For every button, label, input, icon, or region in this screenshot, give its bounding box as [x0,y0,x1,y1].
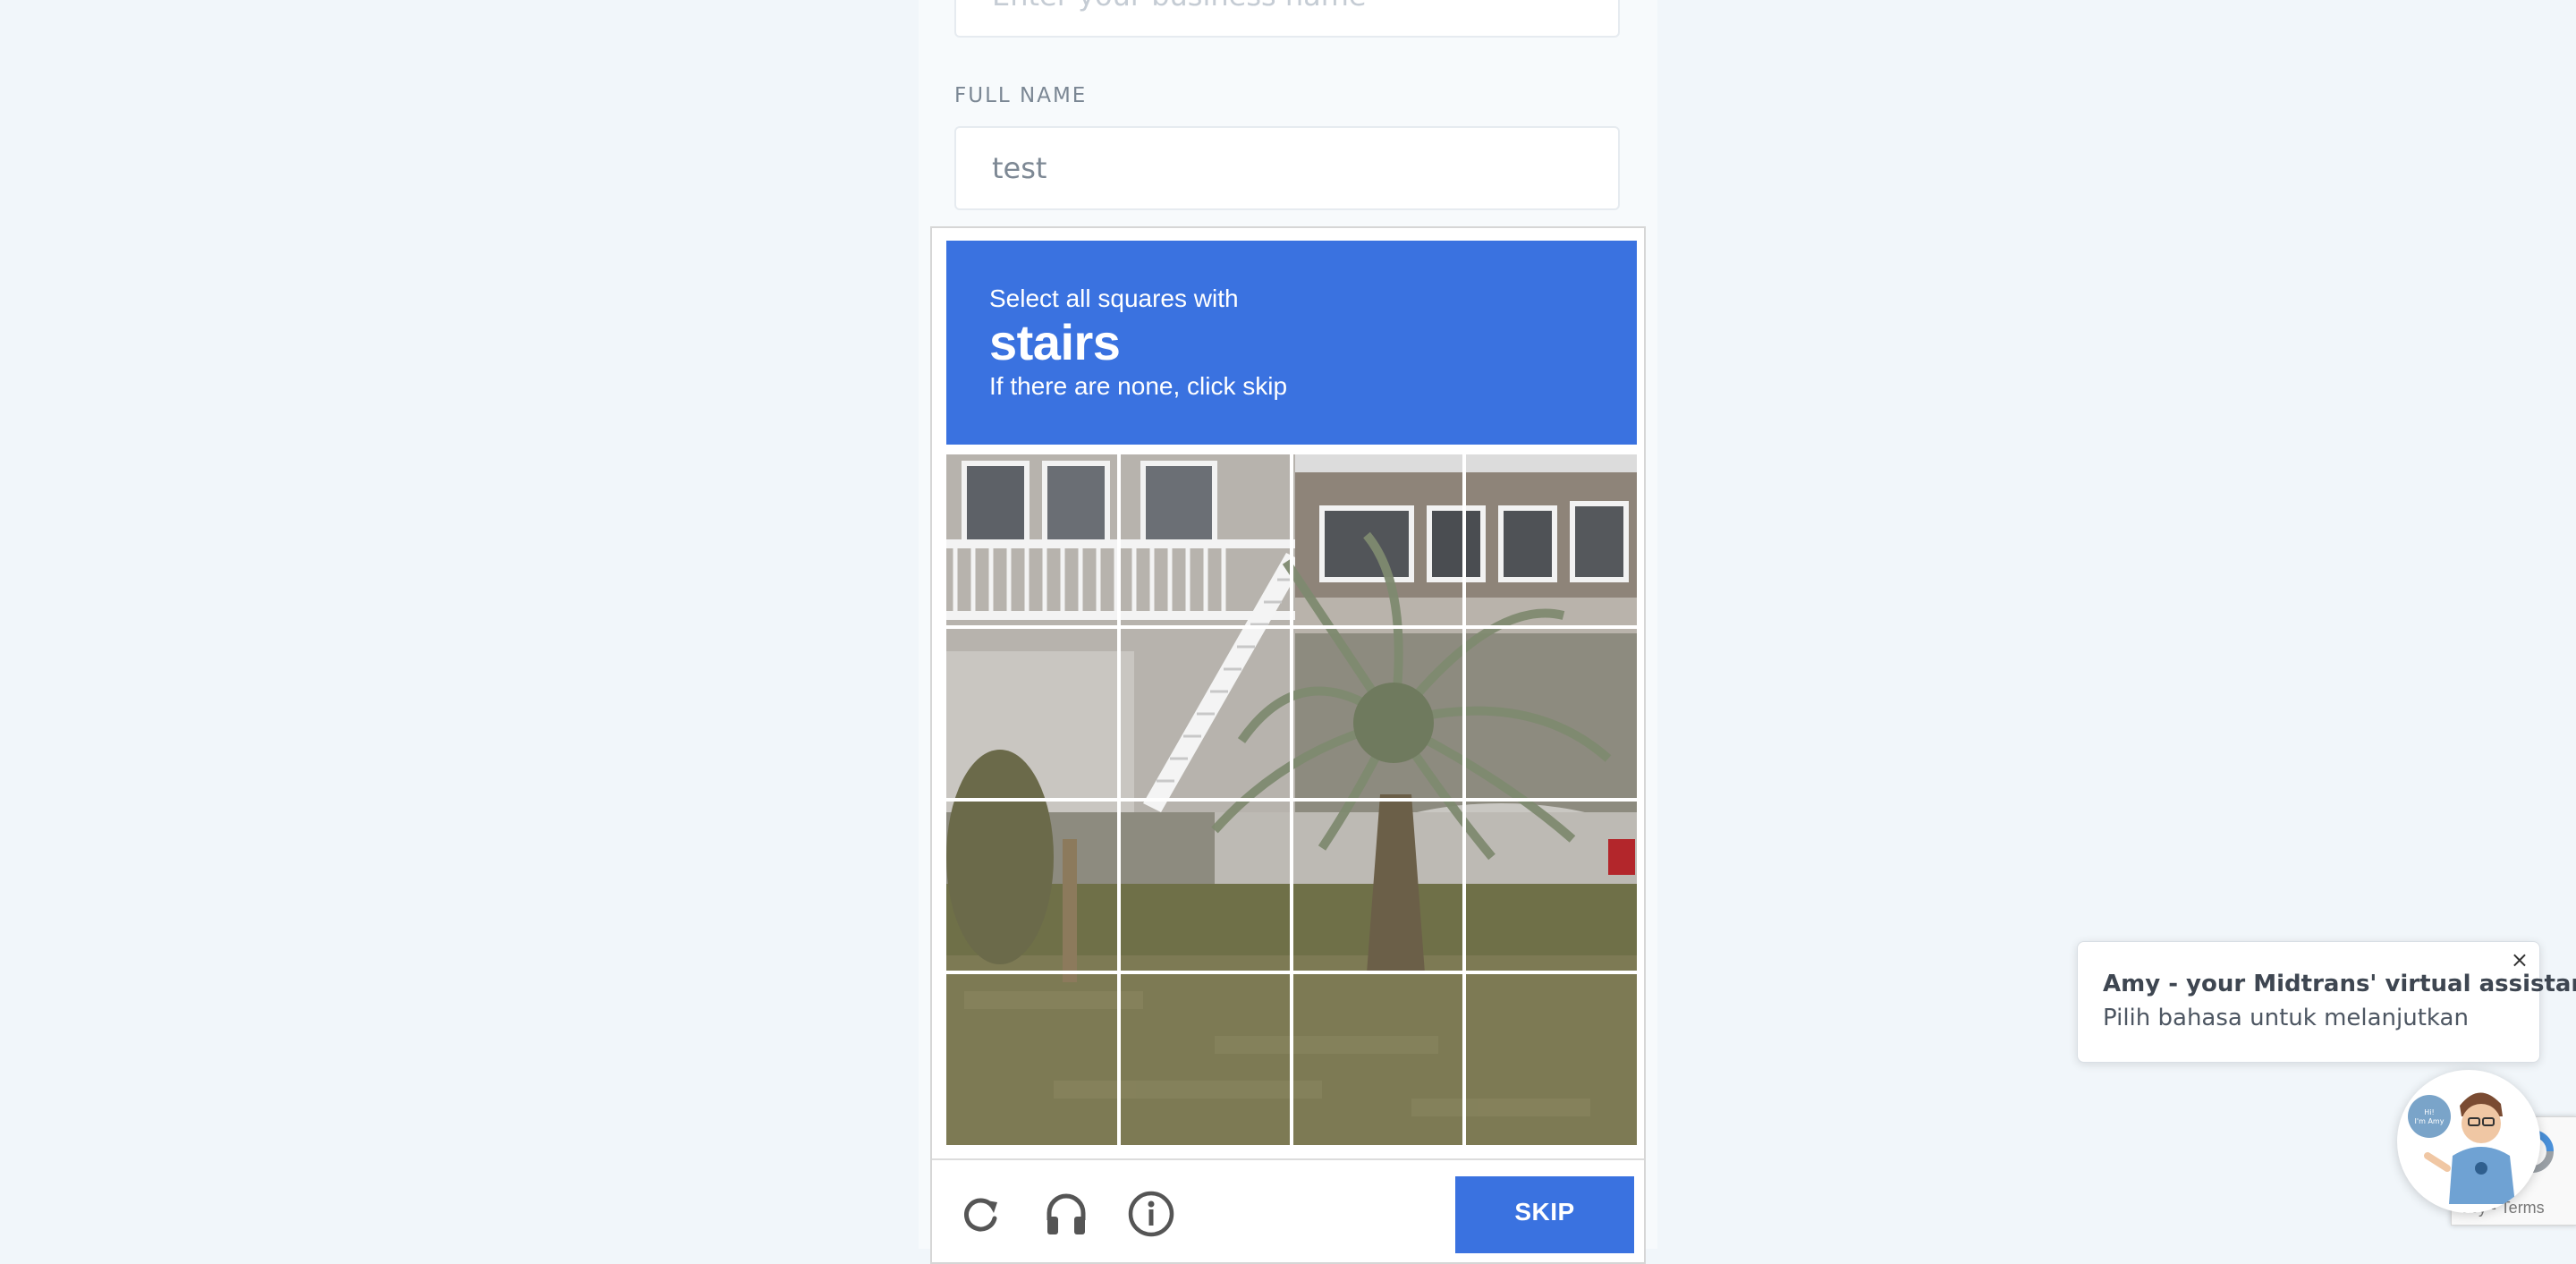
virtual-assistant-avatar[interactable]: Hi! I'm Amy [2397,1070,2540,1213]
captcha-tile-r4-c3[interactable] [1292,972,1462,1142]
captcha-tile-r4-c4[interactable] [1464,972,1634,1142]
chat-title: Amy - your Midtrans' virtual assistant [2103,971,2576,997]
captcha-footer-divider [932,1158,1644,1160]
captcha-tile-r3-c1[interactable] [946,800,1116,970]
skip-button[interactable]: SKIP [1455,1176,1634,1253]
captcha-tile-r3-c3[interactable] [1292,800,1462,970]
info-icon [1128,1191,1174,1237]
chat-bubble[interactable]: × Amy - your Midtrans' virtual assistant… [2077,941,2576,1063]
assistant-avatar-icon: Hi! I'm Amy [2399,1072,2538,1211]
business-name-input[interactable] [954,0,1620,38]
captcha-tile-r1-c1[interactable] [946,454,1116,624]
captcha-challenge: Select all squares with stairs If there … [930,226,1646,1264]
captcha-tile-r2-c1[interactable] [946,627,1116,797]
captcha-hint: If there are none, click skip [989,372,1288,400]
captcha-tile-r1-c3[interactable] [1292,454,1462,624]
captcha-tile-r4-c2[interactable] [1119,972,1289,1142]
captcha-tile-r3-c2[interactable] [1119,800,1289,970]
captcha-tile-r2-c3[interactable] [1292,627,1462,797]
captcha-tile-r1-c4[interactable] [1464,454,1634,624]
captcha-tile-r2-c4[interactable] [1464,627,1634,797]
captcha-image-grid [946,454,1637,1145]
captcha-tile-r1-c2[interactable] [1119,454,1289,624]
headphones-icon [1046,1193,1086,1234]
reload-button[interactable] [953,1187,1007,1241]
chat-subtitle: Pilih bahasa untuk melanjutkan [2103,1005,2469,1031]
captcha-header: Select all squares with stairs If there … [946,241,1637,445]
captcha-tile-r3-c4[interactable] [1464,800,1634,970]
reload-icon [964,1198,997,1232]
avatar-text-line2: I'm Amy [2415,1117,2445,1125]
full-name-input[interactable]: test [954,126,1620,210]
full-name-label: FULL NAME [954,84,1088,107]
captcha-target: stairs [989,314,1121,370]
avatar-text-line1: Hi! [2424,1108,2434,1116]
captcha-tile-r2-c2[interactable] [1119,627,1289,797]
audio-challenge-button[interactable] [1039,1187,1093,1241]
captcha-instruction: Select all squares with [989,284,1239,312]
captcha-tile-r4-c1[interactable] [946,972,1116,1142]
close-icon[interactable]: × [2511,949,2529,971]
info-button[interactable] [1124,1187,1178,1241]
